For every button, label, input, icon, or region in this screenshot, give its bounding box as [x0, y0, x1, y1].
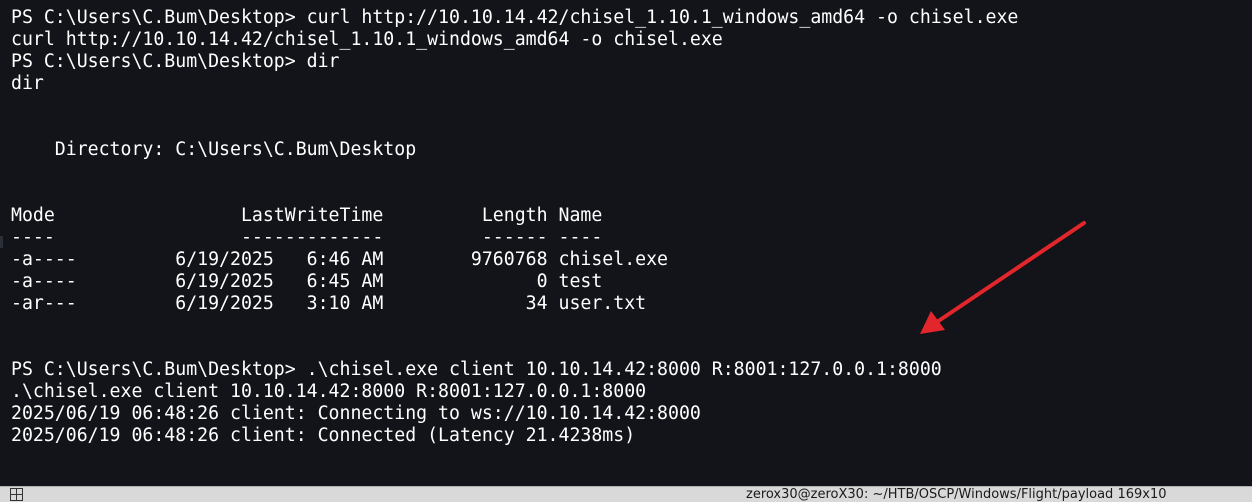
terminal-screen: PS C:\Users\C.Bum\Desktop> curl http://1…: [0, 0, 1252, 502]
terminal-status-bar: zerox30@zeroX30: ~/HTB/OSCP/Windows/Flig…: [0, 486, 1252, 502]
terminal-grid-icon[interactable]: [10, 488, 23, 501]
terminal-output[interactable]: PS C:\Users\C.Bum\Desktop> curl http://1…: [0, 0, 1252, 486]
window-title: zerox30@zeroX30: ~/HTB/OSCP/Windows/Flig…: [746, 487, 1167, 502]
red-arrow-icon: [920, 221, 1086, 334]
